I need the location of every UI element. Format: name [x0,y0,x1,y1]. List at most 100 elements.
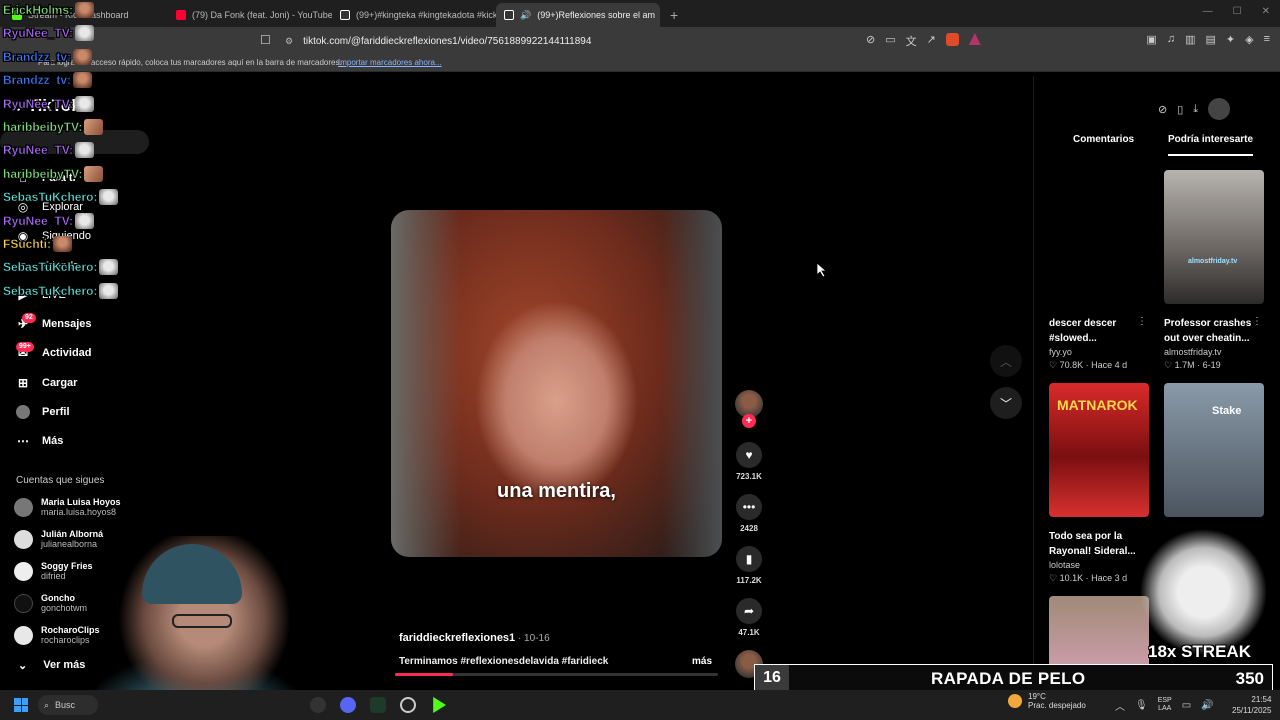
card-author: almostfriday.tv [1164,347,1222,357]
creator-avatar-button[interactable]: + [734,390,764,428]
eye-off-icon[interactable]: ⊘ [866,33,875,49]
avatar [14,625,33,645]
bookmark-icon[interactable]: ☐ [260,33,271,47]
follow-plus-icon[interactable]: + [742,414,756,428]
tab-title: (99+)Reflexiones sobre el am [537,10,656,20]
avatar [14,593,33,613]
kick-app-icon[interactable] [433,697,446,713]
panel-tabs: Comentarios Podría interesarte [1049,126,1264,156]
search-label: Busc [55,700,76,710]
chat-message: FSuchti: [3,236,72,252]
vpn-icon[interactable]: ◈ [1245,33,1253,46]
new-tab-button[interactable]: + [660,7,688,27]
chat-message: ErickHolms: [3,2,95,18]
following-account[interactable]: RocharoClips rocharoclips [14,625,100,645]
chevron-down-icon: ⌄ [18,660,28,672]
tab-tiktok-kingteka[interactable]: (99+)#kingteka #kingtekadota #kick [332,3,496,27]
download-icon[interactable]: ⤓ [1193,103,1198,116]
suggested-video-card[interactable]: descer descer #slowed... fyy.yo ♡ 70.8K ·… [1049,170,1149,371]
menu-icon[interactable]: ≡ [1264,33,1270,46]
nav-perfil[interactable]: Perfil [16,405,70,419]
app-icon[interactable] [310,697,326,713]
kebab-menu-icon[interactable]: ⋮ [1252,316,1262,327]
video-player[interactable]: una mentira, [391,210,722,557]
network-icon[interactable]: ▭ [1182,700,1191,711]
taskbar-clock[interactable]: 21:54 25/11/2025 [1232,694,1271,716]
chat-emote-icon [75,25,95,42]
cast-icon[interactable]: ▭ [885,33,895,49]
weather-widget[interactable]: 19°C Prac. despejado [1008,692,1086,710]
terminal-icon[interactable] [370,697,386,713]
card-title: out over cheatin... [1164,333,1250,344]
tray-expand-icon[interactable]: ︿ [1115,698,1125,713]
video-thumbnail [1049,170,1149,304]
previous-video-button[interactable]: ︿ [990,345,1022,377]
tab-youtube[interactable]: (79) Da Fonk (feat. Joni) - YouTube [168,3,332,27]
save-button[interactable]: ▮ 117.2K [734,546,764,585]
tab-comentarios[interactable]: Comentarios [1073,134,1134,145]
comment-button[interactable]: ••• 2428 [734,494,764,533]
chat-username: haribbeibyTV: [3,120,83,134]
chat-emote-icon [84,119,104,135]
nav-cargar[interactable]: ⊞ Cargar [16,376,78,390]
minimize-icon[interactable]: — [1203,6,1213,17]
wallet-icon[interactable]: ▤ [1205,33,1215,46]
maximize-icon[interactable]: ☐ [1233,6,1242,17]
nav-mas[interactable]: ⋯ Más [16,434,63,448]
kebab-menu-icon[interactable]: ⋮ [1137,316,1147,327]
leo-icon[interactable]: ✦ [1226,33,1235,46]
share-icon[interactable]: ↗ [927,33,936,49]
goal-text: RAPADA DE PELO [931,669,1086,688]
card-title: descer descer [1049,318,1117,329]
windows-taskbar: ⌕ Busc [0,690,1280,720]
suggested-video-card[interactable]: Stake [1164,383,1264,517]
bookmark-icon: ▮ [736,546,762,572]
chat-emote-icon [75,95,95,112]
phone-icon[interactable]: ▯ [1177,103,1183,116]
sidebar-icon[interactable]: ▥ [1185,33,1195,46]
tab-tiktok-reflexiones[interactable]: 🔊 (99+)Reflexiones sobre el am ✕ [496,3,660,27]
nav-label: Más [42,435,64,447]
brave-rewards-icon[interactable] [968,33,981,45]
discord-icon[interactable] [340,697,356,713]
compass-icon[interactable]: ⊘ [1158,103,1167,116]
following-account[interactable]: Soggy Fries difried [14,561,93,581]
site-info-icon[interactable]: ⚙ [285,36,293,47]
tab-podria-interesarte[interactable]: Podría interesarte [1168,134,1254,156]
translate-icon[interactable]: 文 [906,33,917,49]
screenshot-icon[interactable]: ▣ [1146,33,1156,46]
chat-emote-icon [75,142,95,159]
share-button[interactable]: ➦ 47.1K [734,598,764,637]
chat-emote-icon [99,259,119,276]
account-handle: gonchotwm [41,603,88,613]
language-indicator[interactable]: ESP LAA [1158,697,1172,713]
import-bookmarks-link[interactable]: Importar marcadores ahora... [338,58,442,67]
following-account[interactable]: Maria Luisa Hoyos maria.luisa.hoyos8 [14,497,121,517]
like-button[interactable]: ♥ 723.1K [734,442,764,481]
suggested-video-card[interactable]: almostfriday.tv Professor crashes out ove… [1164,170,1264,371]
chat-emote-icon [73,72,93,89]
cat-emote-overlay [1140,515,1267,655]
suggested-video-card[interactable]: MATNAROK Todo sea por la Rayonal! Sideral… [1049,383,1149,584]
video-author[interactable]: fariddieckreflexiones1 [399,632,515,644]
following-section-title: Cuentas que sigues [16,475,105,486]
see-more-button[interactable]: ⌄ Ver más [18,659,85,672]
music-icon[interactable]: ♫ [1167,33,1175,46]
following-account[interactable]: Goncho gonchotwm [14,593,87,613]
obs-icon[interactable] [400,697,416,713]
taskbar-search[interactable]: ⌕ Busc [38,695,98,715]
windows-start-icon[interactable] [14,698,28,712]
caption-more-button[interactable]: más [692,656,712,667]
tiktok-icon [504,10,514,20]
volume-icon[interactable]: 🔊 [1201,700,1213,711]
close-window-icon[interactable]: ✕ [1262,6,1270,17]
brave-shield-icon[interactable] [945,33,959,46]
user-avatar[interactable] [1208,98,1231,120]
following-account[interactable]: Julián Alborná julianealborna [14,529,103,549]
microphone-icon[interactable]: 🎙 [1135,700,1148,711]
video-thumbnail: almostfriday.tv [1164,170,1264,304]
chat-username: FSuchti: [3,237,51,251]
video-background [391,210,461,557]
next-video-button[interactable]: ﹀ [990,387,1022,419]
video-progress-bar[interactable] [395,673,718,676]
